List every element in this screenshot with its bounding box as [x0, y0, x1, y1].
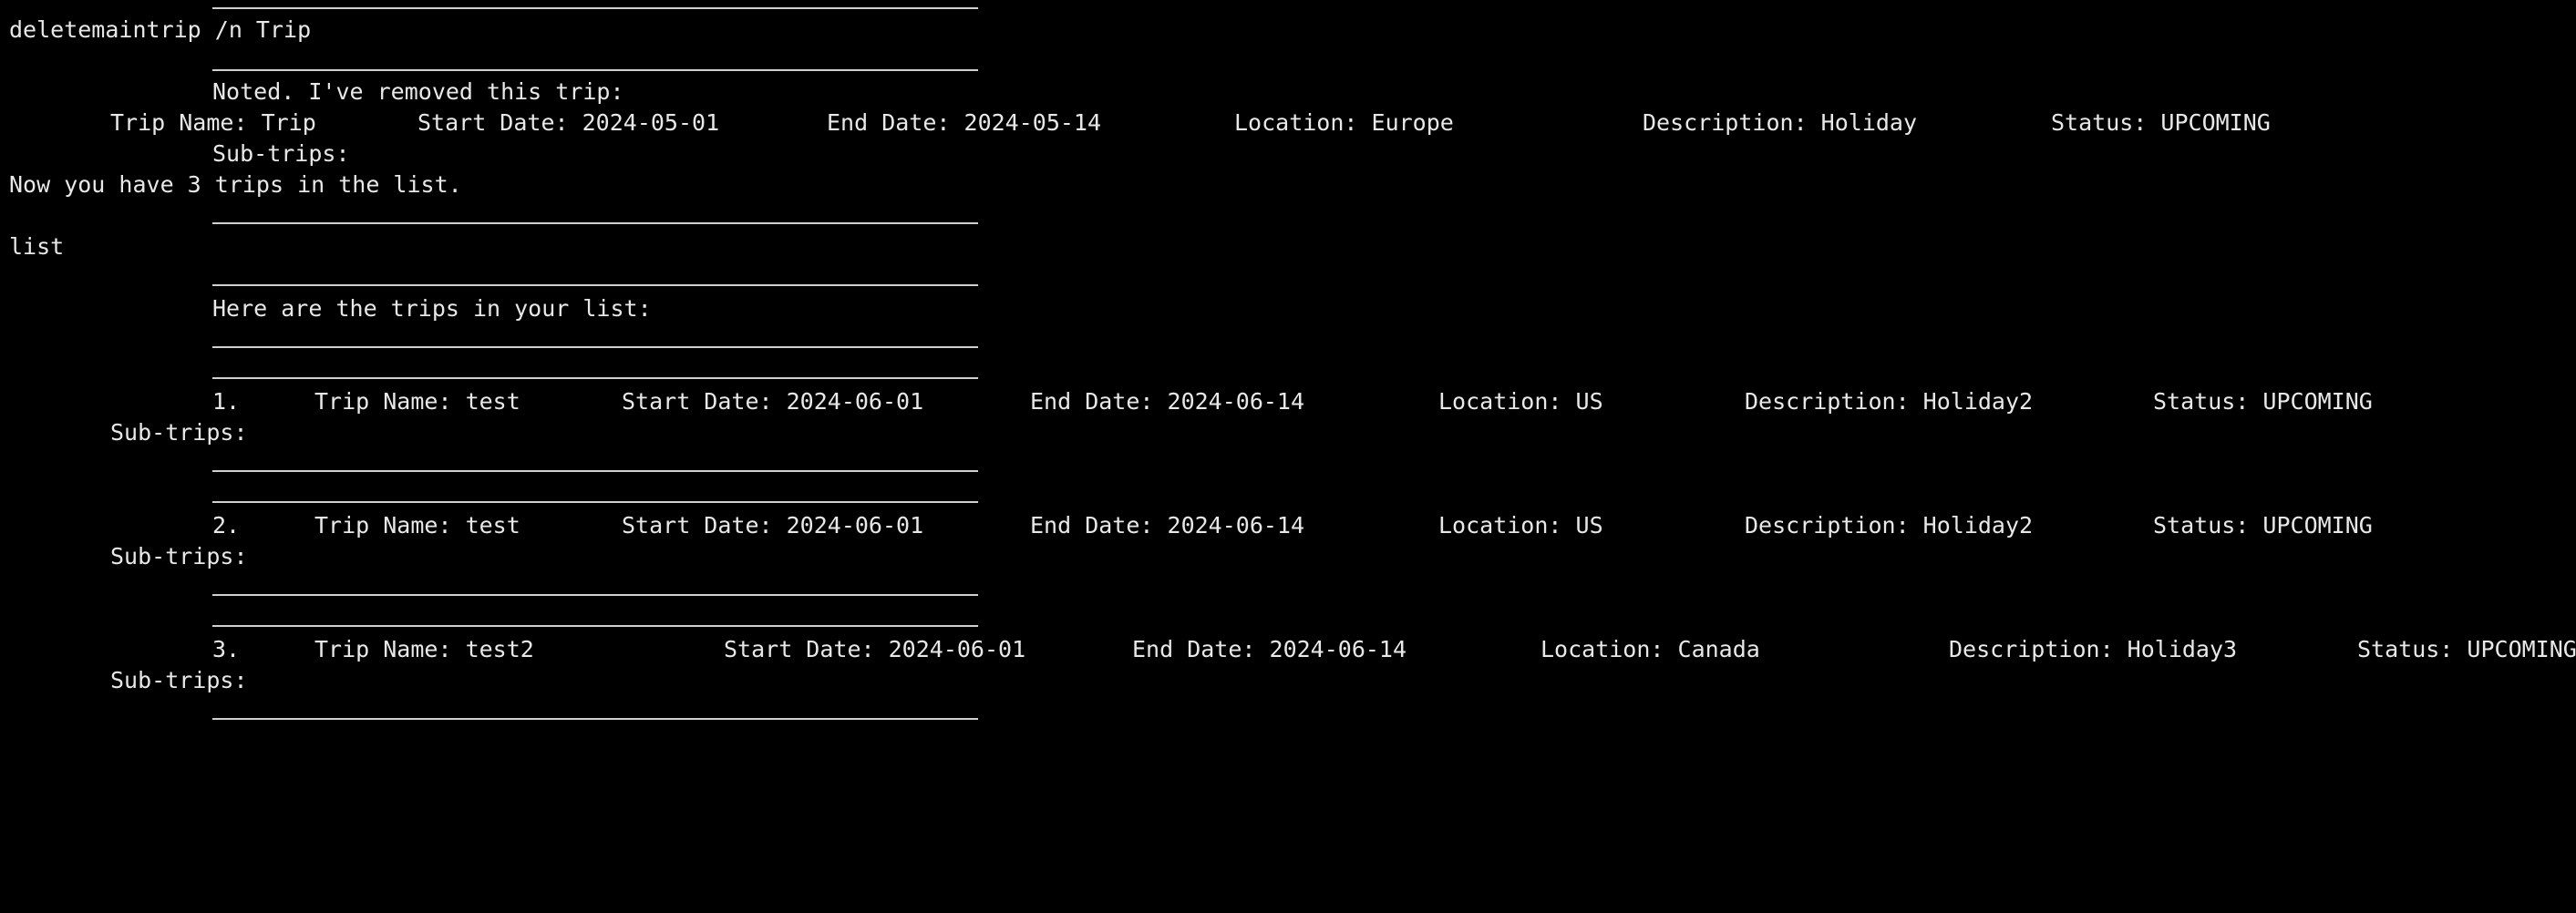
list-header-line: Here are the trips in your list:: [0, 293, 652, 324]
trip-count-message: Now you have 3 trips in the list.: [9, 171, 462, 198]
command-line-delete: deletemaintrip /n Trip: [0, 15, 311, 46]
command-text: list: [9, 233, 65, 260]
command-line-list: list: [0, 231, 64, 262]
trip-location: Location: US: [1438, 388, 1603, 415]
trip-start-date: Start Date: 2024-06-01: [622, 512, 924, 539]
trip-status: Status: UPCOMING: [2051, 109, 2271, 136]
subtrips-label: Sub-trips:: [110, 419, 248, 446]
trip-status: Status: UPCOMING: [2357, 636, 2576, 662]
removed-trip-subtrips: Sub-trips:: [0, 138, 350, 169]
separator-line: [212, 7, 978, 9]
trip-row: 2. Trip Name: test Start Date: 2024-06-0…: [0, 510, 2373, 541]
trip-description: Description: Holiday2: [1745, 388, 2034, 415]
list-header: Here are the trips in your list:: [212, 295, 652, 322]
trip-description: Description: Holiday2: [1745, 512, 2034, 539]
separator-line: [212, 284, 978, 286]
trip-location: Location: Europe: [1234, 109, 1454, 136]
separator-line: [212, 346, 978, 348]
trip-location: Location: Canada: [1540, 636, 1760, 662]
separator-line: [212, 501, 978, 503]
command-text: deletemaintrip /n Trip: [9, 16, 312, 43]
subtrips-label: Sub-trips:: [110, 543, 248, 569]
separator-line: [212, 594, 978, 596]
trip-subtrips: Sub-trips:: [0, 541, 248, 572]
trip-description: Description: Holiday: [1643, 109, 1918, 136]
trip-location: Location: US: [1438, 512, 1603, 539]
trip-end-date: End Date: 2024-06-14: [1132, 636, 1407, 662]
trip-name: Trip Name: test: [314, 512, 520, 539]
trip-name: Trip Name: test2: [314, 636, 534, 662]
terminal-window[interactable]: deletemaintrip /n Trip Noted. I've remov…: [0, 0, 2576, 725]
trip-row: 3. Trip Name: test2 Start Date: 2024-06-…: [0, 634, 2576, 665]
trip-index: 2.: [212, 512, 241, 539]
trip-row: 1. Trip Name: test Start Date: 2024-06-0…: [0, 386, 2373, 417]
trip-start-date: Start Date: 2024-06-01: [622, 388, 924, 415]
count-message-line: Now you have 3 trips in the list.: [0, 169, 462, 200]
trip-end-date: End Date: 2024-06-14: [1030, 388, 1305, 415]
subtrips-label: Sub-trips:: [110, 667, 248, 693]
separator-line: [212, 470, 978, 472]
trip-start-date: Start Date: 2024-05-01: [417, 109, 720, 136]
trip-subtrips: Sub-trips:: [0, 665, 248, 696]
separator-line: [212, 377, 978, 379]
trip-index: 1.: [212, 388, 241, 415]
removed-trip-row: Trip Name: Trip Start Date: 2024-05-01 E…: [0, 108, 2271, 138]
trip-description: Description: Holiday3: [1949, 636, 2238, 662]
trip-status: Status: UPCOMING: [2153, 388, 2373, 415]
separator-line: [212, 625, 978, 627]
separator-line: [212, 69, 978, 71]
trip-start-date: Start Date: 2024-06-01: [724, 636, 1026, 662]
trip-end-date: End Date: 2024-05-14: [827, 109, 1102, 136]
trip-index: 3.: [212, 636, 241, 662]
trip-name: Trip Name: Trip: [110, 109, 316, 136]
trip-name: Trip Name: test: [314, 388, 520, 415]
separator-line: [212, 222, 978, 224]
trip-end-date: End Date: 2024-06-14: [1030, 512, 1305, 539]
removed-message: Noted. I've removed this trip:: [212, 78, 624, 105]
subtrips-label: Sub-trips:: [212, 140, 350, 167]
removed-message-line: Noted. I've removed this trip:: [0, 77, 624, 108]
separator-line: [212, 718, 978, 720]
trip-status: Status: UPCOMING: [2153, 512, 2373, 539]
trip-subtrips: Sub-trips:: [0, 417, 248, 448]
